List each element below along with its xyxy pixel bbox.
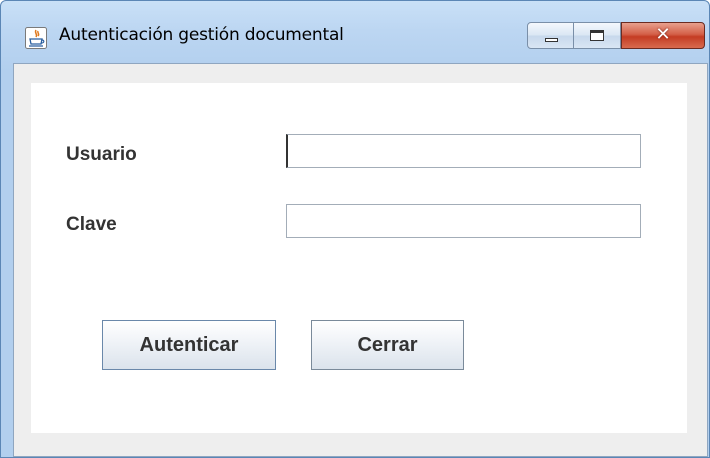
close-button[interactable]: Cerrar [311,320,464,370]
maximize-icon [590,30,604,41]
close-window-button[interactable]: ✕ [621,22,705,49]
close-icon: ✕ [655,24,671,45]
maximize-button[interactable] [574,22,621,49]
minimize-icon [545,38,558,42]
password-input[interactable] [286,204,641,238]
user-label: Usuario [66,144,137,165]
authenticate-button[interactable]: Autenticar [102,320,276,370]
title-bar[interactable]: Autenticación gestión documental ✕ [1,1,709,57]
minimize-button[interactable] [527,22,574,49]
java-icon [25,27,47,49]
user-input[interactable] [286,134,641,168]
password-label: Clave [66,214,117,235]
window-title: Autenticación gestión documental [59,25,344,45]
